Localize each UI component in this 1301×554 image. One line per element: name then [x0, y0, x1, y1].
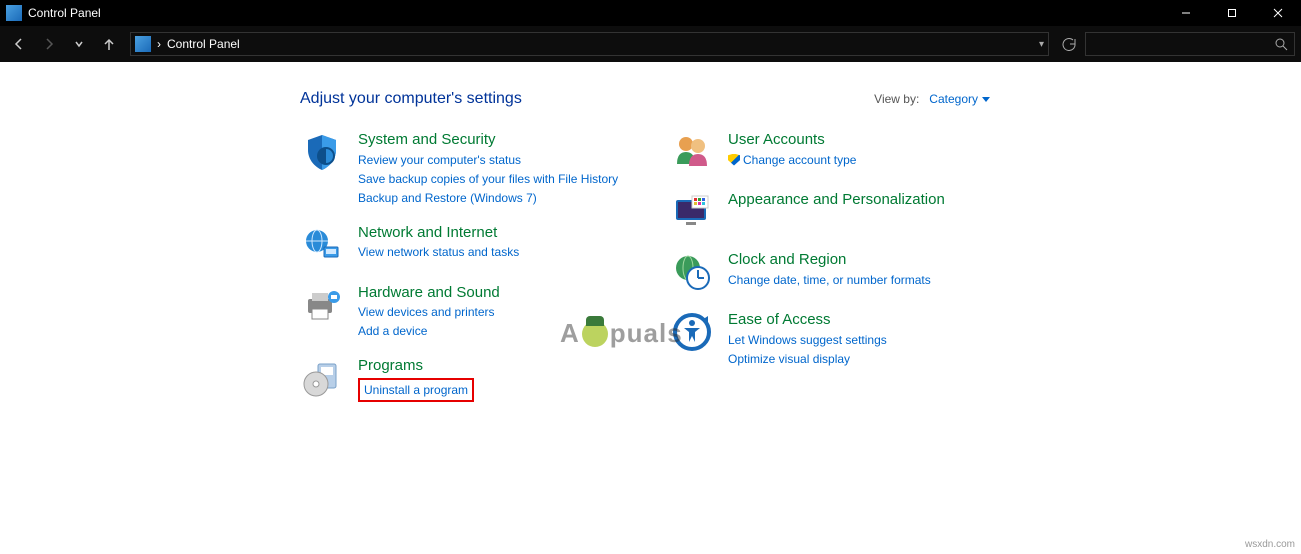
footer-credit: wsxdn.com: [1245, 539, 1295, 550]
control-panel-icon: [135, 36, 151, 52]
forward-button[interactable]: [36, 31, 62, 57]
highlight-annotation: Uninstall a program: [358, 378, 474, 402]
category-title[interactable]: Ease of Access: [728, 310, 887, 330]
viewby-value: Category: [929, 92, 978, 106]
up-button[interactable]: [96, 31, 122, 57]
category-column-left: System and Security Review your computer…: [300, 130, 630, 418]
search-icon: [1274, 37, 1288, 51]
navigation-toolbar: › Control Panel ▾: [0, 26, 1301, 62]
address-separator: ›: [157, 37, 161, 51]
search-box[interactable]: [1085, 32, 1295, 56]
category-title[interactable]: Clock and Region: [728, 250, 931, 270]
app-icon: [6, 5, 22, 21]
category-link[interactable]: View devices and printers: [358, 303, 500, 321]
ease-of-access-icon: [670, 310, 714, 354]
people-icon: [670, 130, 714, 174]
category-network-internet: Network and Internet View network status…: [300, 223, 630, 267]
globe-network-icon: [300, 223, 344, 267]
printer-icon: [300, 283, 344, 327]
clock-globe-icon: [670, 250, 714, 294]
shield-icon: [300, 130, 344, 174]
category-link[interactable]: Review your computer's status: [358, 151, 618, 169]
content-area: Adjust your computer's settings View by:…: [0, 62, 1301, 554]
maximize-button[interactable]: [1209, 0, 1255, 26]
monitor-colors-icon: [670, 190, 714, 234]
category-link[interactable]: Change account type: [728, 151, 856, 169]
category-title[interactable]: User Accounts: [728, 130, 856, 150]
category-title[interactable]: Programs: [358, 356, 474, 376]
category-link[interactable]: Backup and Restore (Windows 7): [358, 189, 618, 207]
category-clock-region: Clock and Region Change date, time, or n…: [670, 250, 1000, 294]
address-path: Control Panel: [167, 37, 240, 51]
category-link[interactable]: Add a device: [358, 322, 500, 340]
recent-locations-button[interactable]: [66, 31, 92, 57]
category-link[interactable]: Change date, time, or number formats: [728, 271, 931, 289]
category-title[interactable]: Hardware and Sound: [358, 283, 500, 303]
category-column-right: User Accounts Change account type Appear…: [670, 130, 1000, 418]
close-button[interactable]: [1255, 0, 1301, 26]
viewby-dropdown[interactable]: Category: [929, 92, 990, 106]
minimize-button[interactable]: [1163, 0, 1209, 26]
window-titlebar: Control Panel: [0, 0, 1301, 26]
category-title[interactable]: Appearance and Personalization: [728, 190, 945, 210]
page-heading: Adjust your computer's settings: [300, 90, 522, 108]
category-appearance: Appearance and Personalization: [670, 190, 1000, 234]
category-link[interactable]: Let Windows suggest settings: [728, 331, 887, 349]
category-user-accounts: User Accounts Change account type: [670, 130, 1000, 174]
category-title[interactable]: Network and Internet: [358, 223, 519, 243]
window-title: Control Panel: [28, 6, 101, 20]
category-link[interactable]: Save backup copies of your files with Fi…: [358, 170, 618, 188]
category-title[interactable]: System and Security: [358, 130, 618, 150]
category-system-security: System and Security Review your computer…: [300, 130, 630, 207]
category-hardware-sound: Hardware and Sound View devices and prin…: [300, 283, 630, 341]
category-ease-of-access: Ease of Access Let Windows suggest setti…: [670, 310, 1000, 368]
back-button[interactable]: [6, 31, 32, 57]
category-link[interactable]: Optimize visual display: [728, 350, 887, 368]
disc-box-icon: [300, 356, 344, 400]
category-link[interactable]: View network status and tasks: [358, 243, 519, 261]
refresh-button[interactable]: [1057, 32, 1081, 56]
uninstall-program-link[interactable]: Uninstall a program: [364, 383, 468, 397]
address-dropdown-icon[interactable]: ▾: [1039, 39, 1044, 50]
viewby-label: View by:: [874, 92, 919, 106]
address-bar[interactable]: › Control Panel ▾: [130, 32, 1049, 56]
category-programs: Programs Uninstall a program: [300, 356, 630, 402]
